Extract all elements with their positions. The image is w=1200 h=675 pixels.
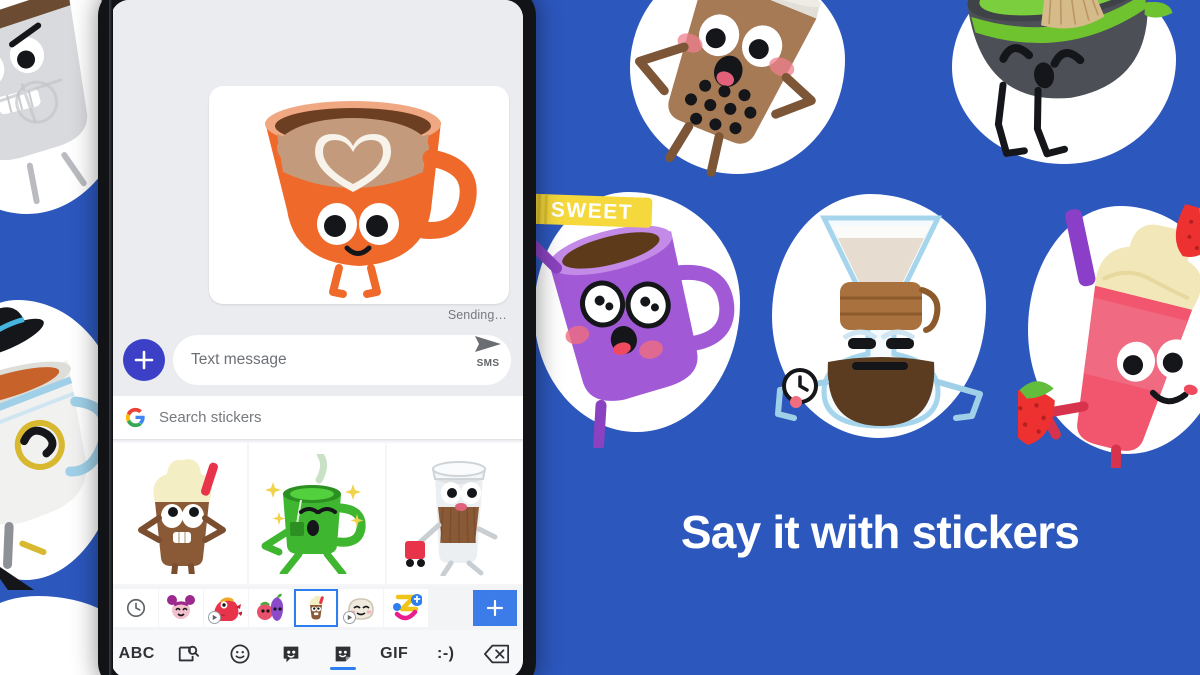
animated-pack-indicator (343, 611, 356, 624)
image-search-icon (179, 645, 200, 662)
mouse-ears-face-icon (167, 595, 195, 619)
promo-tagline: Say it with stickers (680, 506, 1080, 558)
phone-mockup: Sending… Text message SMS Search sticker… (98, 0, 536, 675)
smiley-icon (230, 644, 250, 664)
text-message-input[interactable]: Text message (173, 335, 511, 385)
sweet-purple-mug-sticker: SWEET (530, 178, 760, 448)
gif-button[interactable]: GIF (369, 630, 421, 675)
pack-bread-face-tab[interactable] (339, 589, 383, 627)
send-button-label: SMS (476, 358, 500, 369)
promo-screenshot: SWEET Say it with stickers Sending… Text… (0, 0, 1200, 675)
svg-text:SWEET: SWEET (551, 198, 634, 224)
sticker-search-bar[interactable]: Search stickers (111, 396, 523, 440)
veggie-pair-icon (257, 593, 284, 621)
play-icon (212, 614, 218, 621)
pack-squiggle-tab[interactable] (384, 589, 428, 627)
pack-mouse-ears-tab[interactable] (159, 589, 203, 627)
phone-screen: Sending… Text message SMS Search sticker… (111, 0, 523, 675)
image-search-button[interactable] (163, 630, 215, 675)
compose-bar: Text message SMS (111, 326, 523, 394)
recent-stickers-tab[interactable] (114, 589, 158, 627)
emoticon-label: :-) (437, 645, 455, 662)
keyboard-toolbar: ABC GIF:-) (111, 630, 523, 675)
play-icon (347, 614, 353, 621)
backspace-icon (484, 644, 510, 664)
squiggle-face-icon (393, 594, 422, 621)
send-button[interactable]: SMS (467, 333, 509, 369)
coffee-cup-icon (309, 595, 324, 620)
plus-icon (486, 599, 504, 617)
sticker-pack-tabs (111, 586, 523, 630)
stickers-button[interactable] (317, 630, 369, 675)
send-icon (475, 336, 501, 352)
strawberry-frappe-sticker (1018, 188, 1200, 468)
gif-label: GIF (380, 645, 409, 662)
text-message-placeholder: Text message (191, 351, 287, 368)
sticker-search-placeholder: Search stickers (159, 409, 262, 426)
pack-coffee-tab[interactable] (294, 589, 338, 627)
matcha-bowl-sticker (942, 0, 1192, 174)
outgoing-sticker-bubble[interactable] (209, 86, 509, 304)
emoji-button[interactable] (214, 630, 266, 675)
abc-keyboard-label: ABC (118, 645, 155, 662)
bitmoji-button[interactable] (266, 630, 318, 675)
animated-pack-indicator (208, 611, 221, 624)
backspace-button[interactable] (472, 630, 524, 675)
emoticon-button[interactable]: :-) (420, 630, 472, 675)
abc-keyboard-button[interactable]: ABC (111, 630, 163, 675)
conversation-area: Sending… (111, 0, 523, 322)
green-tea-mug-sticker[interactable] (249, 443, 385, 584)
pack-dinosaur-tab[interactable] (204, 589, 248, 627)
sticker-face-icon (335, 646, 351, 662)
latte-heart-cup-sticker (265, 101, 477, 298)
frappe-whipped-cream-sticker[interactable] (112, 443, 248, 584)
add-sticker-pack-button[interactable] (473, 590, 517, 626)
clock-icon (126, 598, 146, 618)
message-status: Sending… (447, 308, 507, 322)
add-attachment-button[interactable] (123, 339, 165, 381)
bitmoji-icon (283, 646, 299, 663)
boba-tea-sticker (612, 0, 862, 188)
sticker-results-grid (111, 441, 523, 586)
togo-coffee-cup-sticker[interactable] (386, 443, 522, 584)
google-g-icon (125, 407, 145, 428)
pack-veggies-tab[interactable] (249, 589, 293, 627)
chemex-pourover-sticker (756, 186, 1006, 446)
plus-icon (134, 350, 154, 370)
